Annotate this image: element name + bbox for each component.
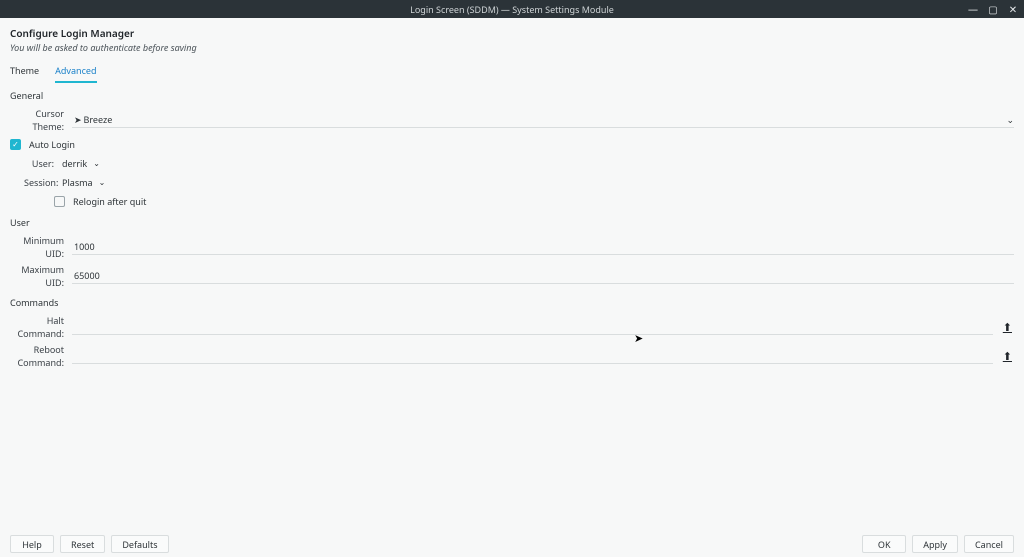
session-label: Session: [20, 176, 54, 189]
cursor-theme-label: Cursor Theme: [10, 107, 64, 133]
chevron-down-icon: ⌄ [93, 158, 100, 169]
chevron-down-icon: ⌄ [99, 177, 106, 188]
max-uid-row: Maximum UID: 65000 [10, 263, 1014, 289]
halt-command-label: Halt Command: [10, 314, 64, 340]
apply-button[interactable]: Apply [912, 535, 958, 553]
browse-file-icon[interactable]: ⬆ [1001, 320, 1014, 335]
footer-bar: Help Reset Defaults OK Apply Cancel [0, 531, 1024, 557]
minimize-icon[interactable]: — [966, 2, 980, 16]
cancel-button[interactable]: Cancel [964, 535, 1014, 553]
section-commands-label: Commands [10, 296, 1014, 309]
tab-advanced[interactable]: Advanced [55, 64, 96, 83]
window-title: Login Screen (SDDM) — System Settings Mo… [410, 3, 614, 16]
user-row: User: derrik ⌄ [10, 155, 1014, 171]
reset-button[interactable]: Reset [60, 535, 105, 553]
min-uid-label: Minimum UID: [10, 234, 64, 260]
page-title: Configure Login Manager [10, 26, 1014, 40]
reboot-command-input[interactable] [72, 349, 993, 364]
page-subtitle: You will be asked to authenticate before… [10, 41, 1014, 54]
window-controls: — ▢ ✕ [966, 0, 1020, 18]
ok-button[interactable]: OK [862, 535, 906, 553]
session-row: Session: Plasma ⌄ [10, 174, 1014, 190]
content-area: General Cursor Theme: ➤ Breeze ⌄ ✓ Auto … [0, 83, 1024, 377]
page-header: Configure Login Manager You will be aske… [0, 18, 1024, 58]
user-combo[interactable]: derrik ⌄ [62, 157, 108, 170]
defaults-button[interactable]: Defaults [111, 535, 168, 553]
max-uid-label: Maximum UID: [10, 263, 64, 289]
auto-login-row: ✓ Auto Login [10, 136, 1014, 152]
cursor-arrow-icon: ➤ [74, 113, 82, 126]
auto-login-checkbox[interactable]: ✓ [10, 139, 21, 150]
maximize-icon[interactable]: ▢ [986, 2, 1000, 16]
close-icon[interactable]: ✕ [1006, 2, 1020, 16]
section-user-label: User [10, 216, 1014, 229]
relogin-row: Relogin after quit [10, 193, 1014, 209]
session-value: Plasma [62, 176, 93, 189]
auto-login-label: Auto Login [29, 138, 75, 151]
window-titlebar: Login Screen (SDDM) — System Settings Mo… [0, 0, 1024, 18]
help-button[interactable]: Help [10, 535, 54, 553]
user-label: User: [20, 157, 54, 170]
max-uid-input[interactable]: 65000 [72, 269, 1014, 284]
halt-command-input[interactable] [72, 320, 993, 335]
reboot-command-row: Reboot Command: ⬆ [10, 343, 1014, 369]
cursor-theme-value: Breeze [84, 113, 113, 126]
min-uid-input[interactable]: 1000 [72, 240, 1014, 255]
browse-file-icon[interactable]: ⬆ [1001, 349, 1014, 364]
min-uid-row: Minimum UID: 1000 [10, 234, 1014, 260]
cursor-theme-combo[interactable]: ➤ Breeze ⌄ [72, 113, 1014, 128]
reboot-command-label: Reboot Command: [10, 343, 64, 369]
cursor-theme-row: Cursor Theme: ➤ Breeze ⌄ [10, 107, 1014, 133]
session-combo[interactable]: Plasma ⌄ [62, 176, 108, 189]
tab-bar: Theme Advanced [0, 58, 1024, 83]
section-general-label: General [10, 89, 1014, 102]
chevron-down-icon: ⌄ [1006, 113, 1014, 126]
halt-command-row: Halt Command: ⬆ [10, 314, 1014, 340]
relogin-label: Relogin after quit [73, 195, 146, 208]
tab-theme[interactable]: Theme [10, 64, 39, 83]
user-value: derrik [62, 157, 87, 170]
relogin-checkbox[interactable] [54, 196, 65, 207]
